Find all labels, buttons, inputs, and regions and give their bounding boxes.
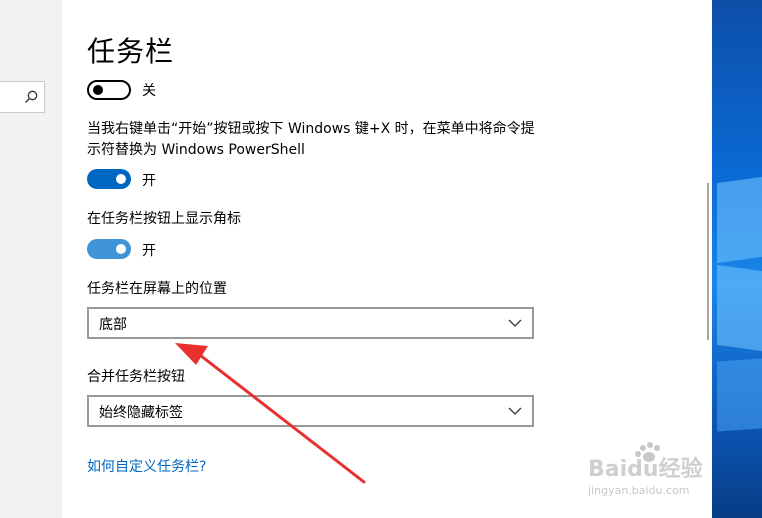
watermark-brand: Baidu经验 — [588, 456, 703, 482]
scrollbar[interactable] — [707, 183, 709, 340]
lock-taskbar-toggle[interactable] — [87, 80, 131, 100]
lock-taskbar-state: 关 — [142, 83, 156, 99]
badges-label: 在任务栏按钮上显示角标 — [87, 211, 241, 227]
watermark-url: jingyan.baidu.com — [588, 484, 690, 497]
powershell-state: 开 — [142, 173, 156, 189]
toggle-knob — [116, 244, 126, 254]
search-box[interactable] — [0, 81, 45, 113]
combine-buttons-label: 合并任务栏按钮 — [87, 369, 185, 385]
navigation-pane — [0, 0, 62, 518]
chevron-down-icon — [508, 319, 522, 327]
search-icon — [25, 90, 38, 103]
powershell-label: 当我右键单击“开始”按钮或按下 Windows 键+X 时，在菜单中将命令提示符… — [87, 121, 535, 158]
badges-state: 开 — [142, 243, 156, 259]
chevron-down-icon — [508, 407, 522, 415]
taskbar-position-label: 任务栏在屏幕上的位置 — [87, 281, 227, 297]
combine-buttons-dropdown[interactable]: 始终隐藏标签 — [87, 395, 534, 427]
badges-toggle[interactable] — [87, 239, 131, 259]
taskbar-position-dropdown[interactable]: 底部 — [87, 307, 534, 339]
page-title: 任务栏 — [87, 35, 175, 68]
toggle-knob — [116, 174, 126, 184]
dropdown-value: 始终隐藏标签 — [99, 405, 183, 421]
customize-taskbar-link[interactable]: 如何自定义任务栏? — [87, 456, 206, 476]
toggle-knob — [93, 85, 103, 95]
desktop-wallpaper — [712, 0, 762, 518]
baidu-watermark: Baidu经验 jingyan.baidu.com — [588, 442, 703, 497]
dropdown-value: 底部 — [99, 317, 127, 333]
powershell-toggle[interactable] — [87, 169, 131, 189]
